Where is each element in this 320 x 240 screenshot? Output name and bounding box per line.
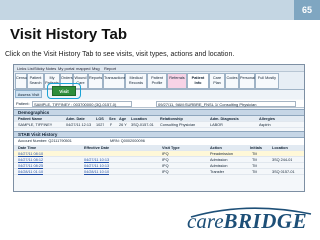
tab-patient-info[interactable]: Patient Info <box>187 73 209 89</box>
slide-title: Visit History Tab <box>10 26 127 43</box>
nav-links-list[interactable]: Links List <box>17 65 34 72</box>
cell-initials: TM <box>252 170 258 174</box>
tab-care-plan[interactable]: Care Plan <box>209 73 225 89</box>
tab-personal[interactable]: Personal <box>239 73 255 89</box>
patient-name-field[interactable]: SAMPLE, TIFFINEY : 003700000 (3Q-0157-0) <box>32 101 132 107</box>
top-nav-bar: Links List Sticky Notes My portal mapped… <box>14 65 304 72</box>
demographics-row[interactable]: SAMPLE, TIFFINEY 04/27/11 12:13 1027 F 2… <box>14 122 304 128</box>
cell-location: 3SQ-0157-01 <box>131 123 154 127</box>
page-number: 65 <box>294 0 320 20</box>
cell-date-time[interactable]: 04/28/11 01:10 <box>18 169 43 175</box>
patient-bar: Patient: SAMPLE, TIFFINEY : 003700000 (3… <box>14 100 304 108</box>
cell-age: 26 Y <box>119 123 127 127</box>
tab-reports[interactable]: Reports <box>88 73 103 89</box>
tab-patient-profile[interactable]: Patient Profile <box>147 73 167 89</box>
cell-los: 1027 <box>96 123 105 127</box>
cell-effective-date[interactable]: 04/28/11 10:10 <box>84 169 109 175</box>
cell-adm-date: 04/27/11 12:13 <box>66 123 92 127</box>
cell-action: Transfer <box>210 170 224 174</box>
visit-history-screenshot: Links List Sticky Notes My portal mapped… <box>13 64 305 192</box>
patient-label: Patient: <box>16 101 30 106</box>
logo-text-bridge: BRIDGE <box>223 209 308 233</box>
cell-sex: F <box>110 123 113 127</box>
nav-sticky-notes[interactable]: Sticky Notes <box>34 65 56 72</box>
cell-patient-name: SAMPLE, TIFFINEY <box>18 123 53 127</box>
tab-referrals[interactable]: Referrals <box>167 73 187 89</box>
tab-codes[interactable]: Codes <box>225 73 239 89</box>
demographics-table: Patient Name Adm. Date LOS Sex Age Locat… <box>14 116 304 128</box>
demographics-header[interactable]: Demographics <box>14 109 304 116</box>
cell-allergies: Aspirin <box>259 123 271 127</box>
tab-medical-records[interactable]: Medical Records <box>125 73 147 89</box>
nav-my-portal[interactable]: My portal <box>58 65 74 72</box>
visit-history-highlight-ring <box>47 83 81 99</box>
mrn-number: MRN: Q0002000096 <box>110 139 145 143</box>
nav-mapped[interactable]: mapped <box>76 65 90 72</box>
tab-patient-search[interactable]: Patient Search <box>27 73 44 89</box>
cell-relationship: Consulting Physician <box>160 123 196 127</box>
visit-history-header[interactable]: STAB Visit History <box>14 131 304 138</box>
logo-wordmark: careBRIDGE <box>187 209 307 234</box>
tab-census[interactable]: Census <box>15 73 29 89</box>
tab-transactions[interactable]: Transactions <box>103 73 126 89</box>
cell-adm-diagnosis: LABOR <box>210 123 223 127</box>
slide-subtitle: Click on the Visit History Tab to see vi… <box>5 51 235 58</box>
nav-report[interactable]: Report <box>104 65 116 72</box>
account-info-bar: Account Number: Q2111790501 MRN: Q000200… <box>14 138 304 145</box>
tab-assess-visit[interactable]: Assess Visit <box>15 90 42 98</box>
slide-header-bar <box>0 0 320 20</box>
patient-visit-field[interactable]: 09/27/11, 9AM:SURBRE_FNSL 1/ Consulting … <box>156 101 296 107</box>
cell-location: 3SQ 0157-01 <box>272 170 295 174</box>
visit-history-table: Date Time Effective Date Visit Type Acti… <box>14 145 304 175</box>
carebridge-logo: careBRIDGE <box>187 205 317 237</box>
table-row[interactable]: 04/28/11 01:10 04/28/11 10:10 IPQ Transf… <box>14 169 304 175</box>
account-number: Account Number: Q2111790501 <box>18 139 72 143</box>
tab-full-mostly[interactable]: Full Mostly <box>255 73 279 89</box>
nav-msg[interactable]: Msg <box>92 65 100 72</box>
logo-text-care: care <box>187 209 224 233</box>
cell-visit-type: IPQ <box>162 170 169 174</box>
